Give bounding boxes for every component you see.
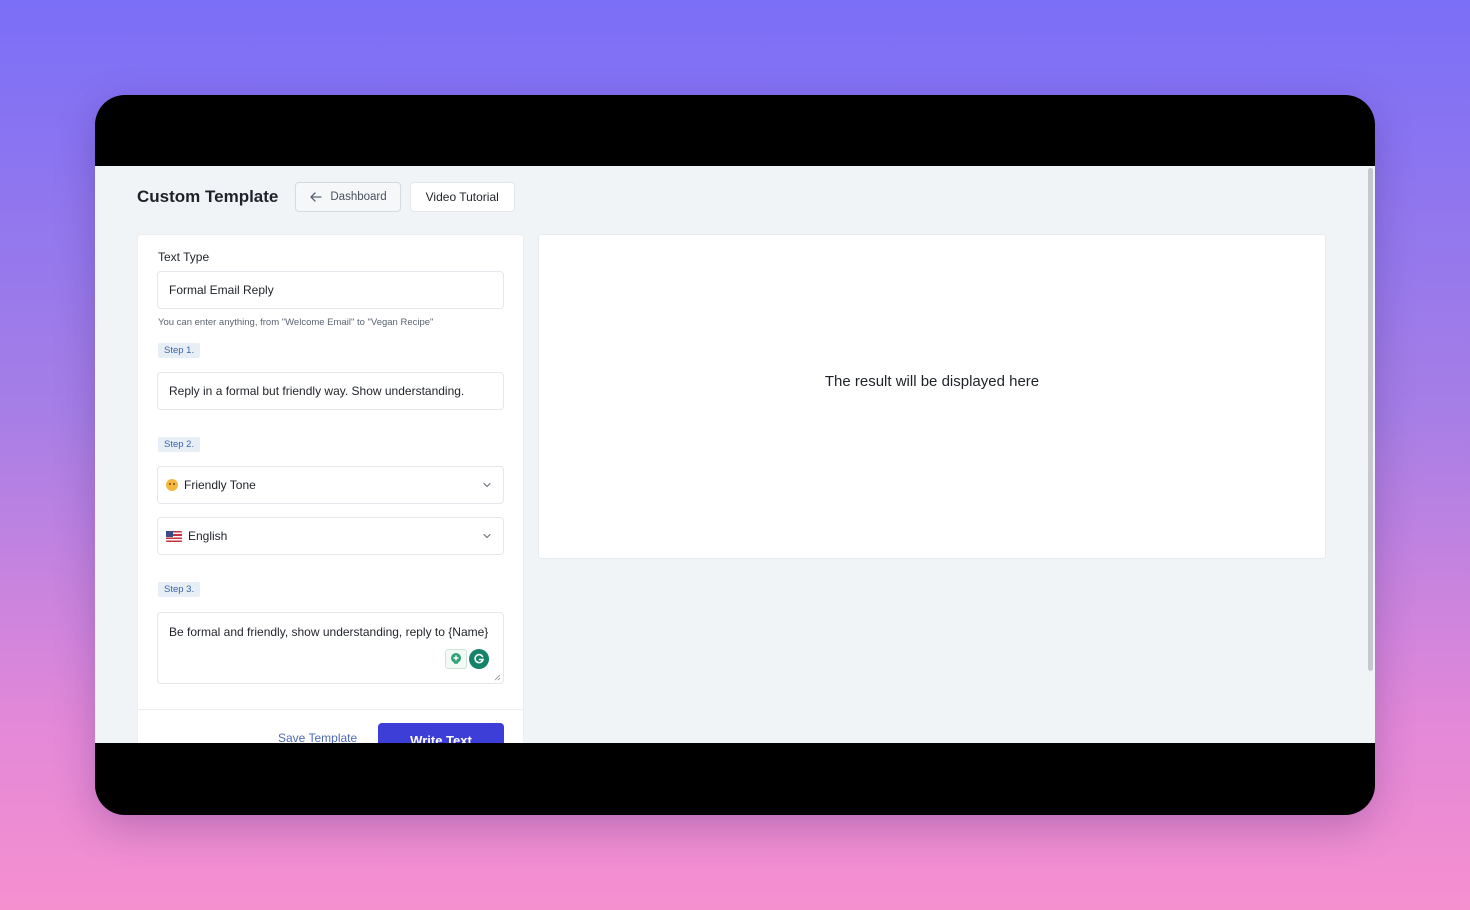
result-placeholder: The result will be displayed here bbox=[824, 373, 1040, 390]
grammarly-icon[interactable] bbox=[469, 649, 489, 669]
tone-select[interactable]: Friendly Tone bbox=[157, 466, 504, 504]
form-footer-divider bbox=[138, 709, 523, 710]
chevron-down-icon bbox=[483, 533, 491, 539]
text-type-label: Text Type bbox=[158, 250, 210, 264]
smiling-face-icon bbox=[166, 479, 178, 491]
chevron-down-icon bbox=[483, 482, 491, 488]
language-select[interactable]: English bbox=[157, 517, 504, 555]
dashboard-button-label: Dashboard bbox=[330, 191, 387, 203]
step-1-input[interactable]: Reply in a formal but friendly way. Show… bbox=[157, 372, 504, 410]
step-1-value: Reply in a formal but friendly way. Show… bbox=[169, 384, 465, 398]
step-2-badge: Step 2. bbox=[158, 437, 201, 452]
step-3-value: Be formal and friendly, show understandi… bbox=[169, 625, 489, 639]
save-template-button[interactable]: Save Template bbox=[278, 731, 357, 743]
writing-assistant-icons bbox=[445, 649, 489, 669]
page-title: Custom Template bbox=[137, 187, 279, 206]
text-type-hint: You can enter anything, from "Welcome Em… bbox=[158, 317, 434, 328]
video-tutorial-button[interactable]: Video Tutorial bbox=[409, 182, 515, 212]
add-suggestion-icon[interactable] bbox=[445, 649, 467, 669]
resize-handle-icon[interactable] bbox=[494, 674, 501, 681]
language-value: English bbox=[188, 529, 228, 543]
tone-value: Friendly Tone bbox=[184, 478, 256, 492]
app-screen: Custom Template Dashboard Video Tutorial… bbox=[95, 166, 1375, 743]
page-header: Custom Template Dashboard Video Tutorial bbox=[137, 182, 515, 212]
template-form-panel: Text Type Formal Email Reply You can ent… bbox=[137, 234, 524, 743]
device-frame: Custom Template Dashboard Video Tutorial… bbox=[95, 95, 1375, 815]
us-flag-icon bbox=[166, 530, 182, 542]
text-type-value: Formal Email Reply bbox=[169, 283, 274, 297]
write-text-button[interactable]: Write Text bbox=[378, 723, 504, 743]
arrow-left-icon bbox=[310, 192, 323, 202]
text-type-input[interactable]: Formal Email Reply bbox=[157, 271, 504, 309]
scrollbar-thumb[interactable] bbox=[1368, 168, 1373, 671]
page-scrollbar[interactable] bbox=[1366, 166, 1375, 743]
step-3-textarea[interactable]: Be formal and friendly, show understandi… bbox=[157, 612, 504, 684]
result-panel: The result will be displayed here bbox=[538, 234, 1326, 559]
dashboard-button[interactable]: Dashboard bbox=[295, 182, 401, 212]
step-3-badge: Step 3. bbox=[158, 582, 201, 597]
step-1-badge: Step 1. bbox=[158, 343, 201, 358]
